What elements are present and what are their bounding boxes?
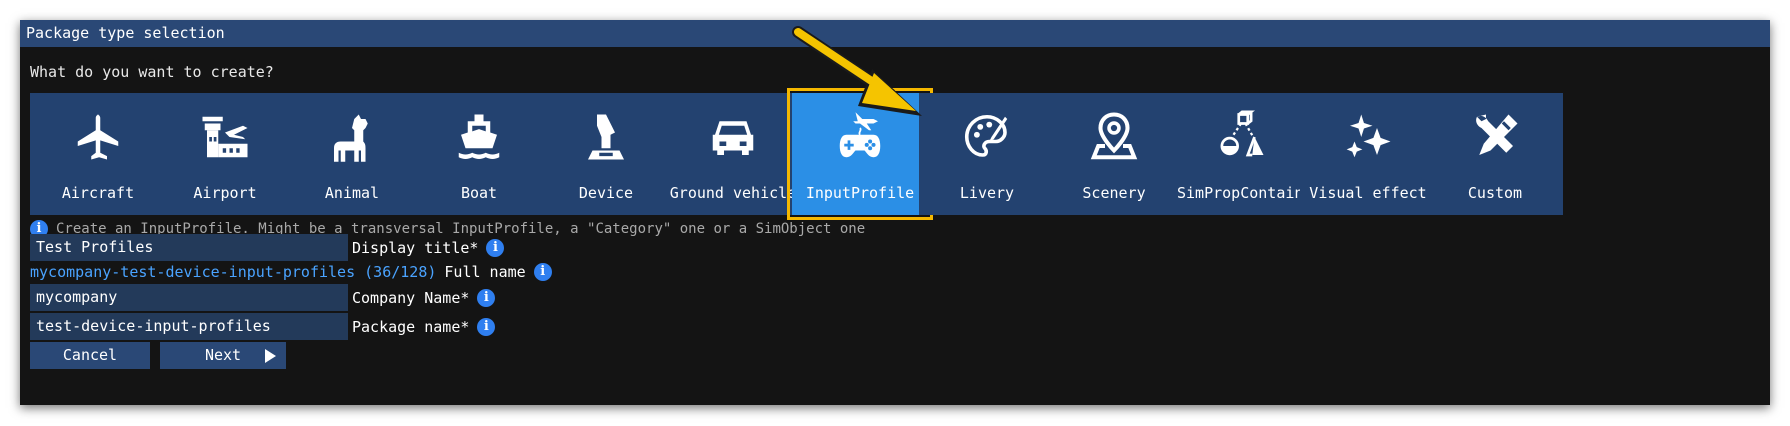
tile-animal[interactable]: Animal [284,93,420,215]
tile-label: Livery [959,183,1015,202]
callout-arrow-icon [792,26,922,116]
cancel-button[interactable]: Cancel [30,342,150,369]
tile-custom[interactable]: Custom [1427,93,1563,215]
tile-label: Animal [324,183,380,202]
package-name-label: Package name* [352,317,470,336]
tile-boat[interactable]: Boat [411,93,547,215]
company-name-row: mycompany Company Name* i [30,284,496,311]
tile-device[interactable]: Device [538,93,674,215]
tools-icon [1476,114,1518,155]
sparkles-icon [1346,114,1391,158]
tile-label: Scenery [1082,183,1146,202]
question-label: What do you want to create? [30,63,274,81]
display-title-row: Test Profiles Display title* i [30,234,505,261]
map-pin-icon [1090,112,1138,160]
shapes-icon [1220,110,1264,157]
tile-label: Aircraft [61,183,135,202]
palette-icon [964,114,1008,157]
car-icon [712,121,754,155]
package-name-input[interactable]: test-device-input-profiles [30,313,348,340]
tile-scenery[interactable]: Scenery [1046,93,1182,215]
company-name-input[interactable]: mycompany [30,284,348,311]
info-icon[interactable]: i [477,317,496,336]
tile-label: Airport [193,183,257,202]
next-label: Next [204,346,242,364]
company-name-label: Company Name* [352,288,470,307]
airplane-icon [77,114,119,160]
tile-label: Ground vehicle [669,183,797,202]
tile-livery[interactable]: Livery [919,93,1055,215]
joystick-icon [588,114,624,160]
airport-tower-icon [202,116,248,158]
full-name-row: mycompany-test-device-input-profiles (36… [30,263,552,281]
next-button[interactable]: Next [160,342,286,369]
play-arrow-icon [265,349,276,363]
tile-simpropcontainer[interactable]: SimPropContainer [1173,93,1322,215]
tile-label: Boat [460,183,498,202]
llama-icon [334,114,368,162]
ship-icon [458,114,500,159]
info-icon[interactable]: i [486,238,505,257]
tile-label: Device [578,183,634,202]
tile-airport[interactable]: Airport [157,93,293,215]
tile-label: Visual effect [1309,183,1427,202]
info-icon[interactable]: i [533,263,552,281]
full-name-label: Full name [444,263,526,281]
tile-visual-effect[interactable]: Visual effect [1300,93,1436,215]
tile-label: InputProfile [805,183,915,202]
tile-ground-vehicle[interactable]: Ground vehicle [665,93,801,215]
full-name-value: mycompany-test-device-input-profiles (36… [30,263,437,281]
display-title-input[interactable]: Test Profiles [30,234,348,261]
tile-aircraft[interactable]: Aircraft [30,93,166,215]
package-name-row: test-device-input-profiles Package name*… [30,313,496,340]
display-title-label: Display title* [352,238,479,257]
tile-label: Custom [1467,183,1523,202]
tile-label: SimPropContainer [1177,183,1322,202]
info-icon[interactable]: i [477,288,496,307]
